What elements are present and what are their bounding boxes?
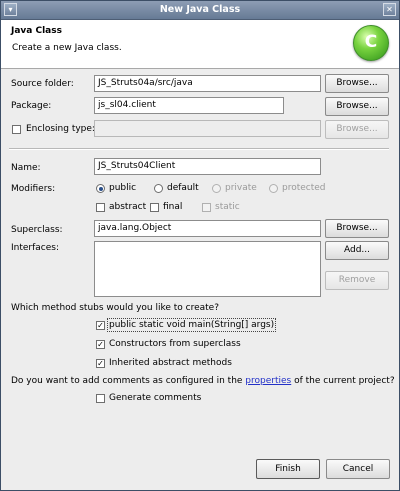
- modifier-protected-label: protected: [282, 183, 326, 193]
- enclosing-type-browse-button[interactable]: Browse...: [325, 120, 389, 139]
- title-bar[interactable]: ▾ New Java Class ✕: [1, 1, 399, 20]
- modifier-abstract-label: abstract: [109, 202, 147, 212]
- inherited-methods-checkbox[interactable]: ✓: [96, 359, 105, 368]
- method-stubs-question: Which method stubs would you like to cre…: [11, 303, 219, 313]
- comments-question: Do you want to add comments as configure…: [11, 376, 395, 386]
- name-field[interactable]: JS_Struts04Client: [94, 158, 321, 175]
- add-interface-button[interactable]: Add...: [325, 241, 389, 260]
- class-letter-c-icon: C: [364, 32, 378, 52]
- main-method-label: public static void main(String[] args): [106, 318, 277, 332]
- banner-description: Create a new Java class.: [12, 43, 122, 53]
- enclosing-type-field[interactable]: [94, 120, 321, 137]
- remove-interface-button[interactable]: Remove: [325, 271, 389, 290]
- modifier-static-label: static: [215, 202, 240, 212]
- close-icon[interactable]: ✕: [383, 3, 396, 16]
- modifier-default-radio[interactable]: [154, 184, 163, 193]
- properties-link[interactable]: properties: [245, 376, 291, 386]
- modifier-final-label: final: [163, 202, 183, 212]
- superclass-label: Superclass:: [11, 225, 63, 235]
- interfaces-list[interactable]: [94, 241, 321, 297]
- modifier-abstract-checkbox[interactable]: [96, 203, 105, 212]
- inherited-methods-label: Inherited abstract methods: [109, 358, 232, 368]
- modifier-final-checkbox[interactable]: [150, 203, 159, 212]
- modifiers-label: Modifiers:: [11, 184, 56, 194]
- generate-comments-checkbox[interactable]: [96, 394, 105, 403]
- name-label: Name:: [11, 163, 41, 173]
- generate-comments-label: Generate comments: [109, 393, 202, 403]
- constructors-checkbox[interactable]: ✓: [96, 340, 105, 349]
- cancel-button[interactable]: Cancel: [326, 459, 390, 479]
- wizard-banner: Java Class Create a new Java class. C: [1, 20, 399, 69]
- banner-title: Java Class: [11, 26, 62, 36]
- main-method-checkbox[interactable]: ✓: [96, 321, 105, 330]
- package-browse-button[interactable]: Browse...: [325, 97, 389, 116]
- modifier-public-radio[interactable]: [96, 184, 105, 193]
- superclass-browse-button[interactable]: Browse...: [325, 219, 389, 238]
- new-class-wizard-icon: C: [353, 25, 389, 61]
- package-field[interactable]: js_sl04.client: [94, 97, 284, 114]
- source-folder-browse-button[interactable]: Browse...: [325, 74, 389, 93]
- enclosing-type-label: Enclosing type:: [26, 124, 95, 134]
- modifier-static-checkbox[interactable]: [202, 203, 211, 212]
- constructors-label: Constructors from superclass: [109, 339, 241, 349]
- separator: [9, 148, 389, 150]
- source-folder-label: Source folder:: [11, 79, 74, 89]
- package-label: Package:: [11, 101, 52, 111]
- enclosing-type-checkbox[interactable]: [12, 125, 21, 134]
- modifier-protected-radio[interactable]: [269, 184, 278, 193]
- modifier-private-label: private: [225, 183, 257, 193]
- comments-question-end: of the current project?: [291, 376, 395, 386]
- radio-selected-dot: [98, 186, 103, 191]
- finish-button[interactable]: Finish: [256, 459, 320, 479]
- modifier-private-radio[interactable]: [212, 184, 221, 193]
- source-folder-field[interactable]: JS_Struts04a/src/java: [94, 75, 321, 92]
- interfaces-label: Interfaces:: [11, 243, 60, 253]
- modifier-default-label: default: [167, 183, 199, 193]
- superclass-field[interactable]: java.lang.Object: [94, 220, 321, 237]
- new-java-class-dialog: ▾ New Java Class ✕ Java Class Create a n…: [0, 0, 400, 491]
- comments-question-start: Do you want to add comments as configure…: [11, 376, 246, 386]
- window-title: New Java Class: [159, 4, 241, 15]
- modifier-public-label: public: [109, 183, 137, 193]
